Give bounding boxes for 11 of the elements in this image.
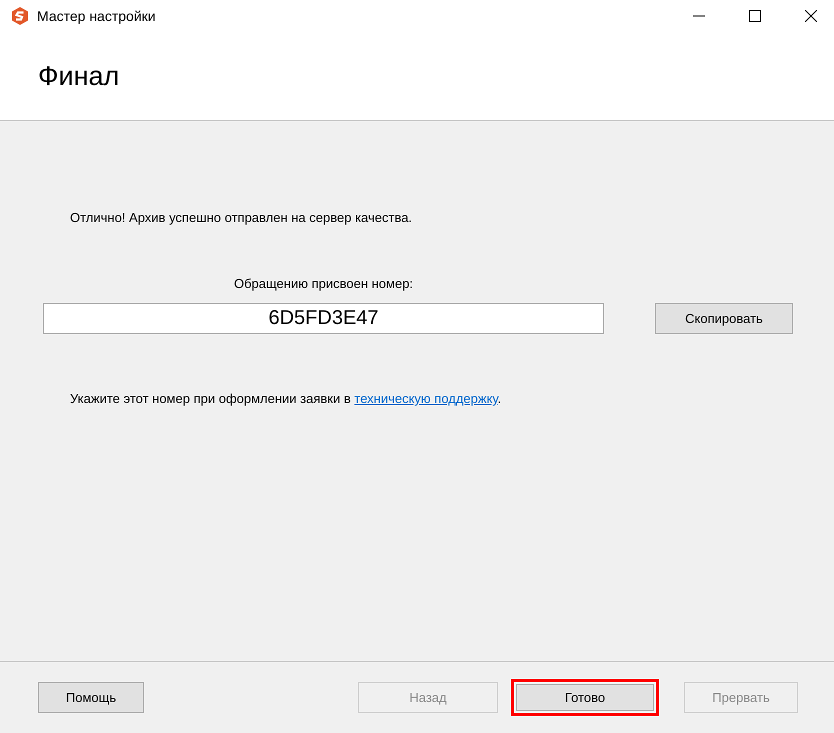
window-title: Мастер настройки — [37, 8, 157, 24]
wizard-button[interactable]: Помощь — [38, 682, 144, 713]
support-link[interactable]: техническую поддержку — [354, 391, 498, 406]
copy-button[interactable]: Скопировать — [655, 303, 793, 334]
page-title: Финал — [38, 60, 120, 92]
wizard-button[interactable]: Готово — [511, 679, 659, 716]
ticket-number-field[interactable]: 6D5FD3E47 — [43, 303, 604, 334]
success-message: Отлично! Архив успешно отправлен на сервер качества. — [70, 210, 412, 225]
app-logo-icon — [11, 7, 29, 25]
support-note: Укажите этот номер при оформлении заявки в техническую поддержку. — [70, 391, 502, 406]
ticket-label: Обращению присвоен номер: — [232, 276, 414, 291]
